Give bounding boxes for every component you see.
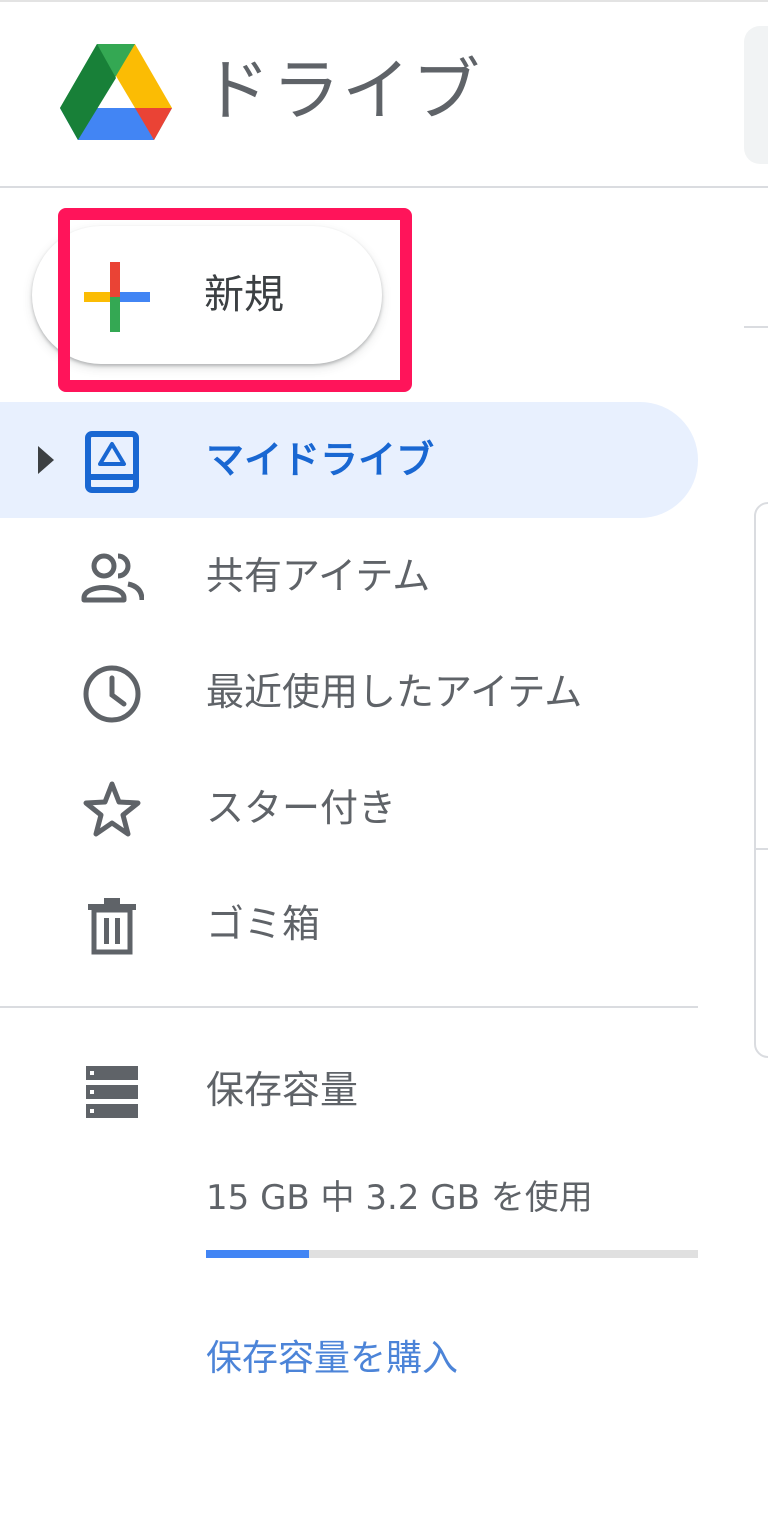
nav-label-starred: スター付き [206, 786, 397, 830]
clock-icon [83, 665, 141, 723]
nav-label-storage: 保存容量 [206, 1068, 359, 1112]
google-drive-logo-icon[interactable] [60, 42, 172, 142]
app-title: ドライブ [202, 52, 483, 131]
colored-plus-icon [84, 262, 150, 332]
nav-item-my-drive[interactable]: マイドライブ [0, 402, 698, 518]
section-divider [0, 1006, 698, 1008]
nav-item-starred[interactable]: スター付き [0, 750, 698, 866]
drive-sidebar-page: ドライブ 新規 マイドライブ 共有アイテム 最近使用したアイテム スター付き ゴ… [0, 0, 768, 1536]
star-icon [83, 781, 141, 837]
nav-label-trash: ゴミ箱 [206, 902, 321, 946]
storage-icon [86, 1066, 138, 1118]
content-panel-line [756, 848, 768, 850]
nav-label-recent: 最近使用したアイテム [206, 670, 583, 714]
app-header: ドライブ [0, 2, 768, 186]
nav-label-my-drive: マイドライブ [206, 438, 435, 482]
search-bar-edge[interactable] [744, 26, 768, 164]
people-icon [81, 553, 144, 603]
new-button-label: 新規 [204, 272, 284, 318]
storage-usage-bar-fill [206, 1250, 310, 1258]
buy-storage-link[interactable]: 保存容量を購入 [206, 1334, 458, 1384]
nav-item-storage[interactable]: 保存容量 [0, 1032, 698, 1148]
toolbar-divider [744, 326, 768, 328]
content-panel-edge [754, 502, 768, 1058]
nav-label-shared: 共有アイテム [206, 554, 431, 598]
storage-usage-text: 15 GB 中 3.2 GB を使用 [206, 1178, 593, 1218]
new-button[interactable]: 新規 [32, 226, 382, 364]
nav-item-shared[interactable]: 共有アイテム [0, 518, 698, 634]
nav-item-trash[interactable]: ゴミ箱 [0, 866, 698, 982]
header-divider [0, 186, 768, 188]
expand-caret-icon[interactable] [38, 446, 54, 474]
my-drive-icon [85, 431, 139, 493]
trash-icon [88, 898, 136, 955]
storage-usage-bar [206, 1250, 698, 1258]
nav-item-recent[interactable]: 最近使用したアイテム [0, 634, 698, 750]
